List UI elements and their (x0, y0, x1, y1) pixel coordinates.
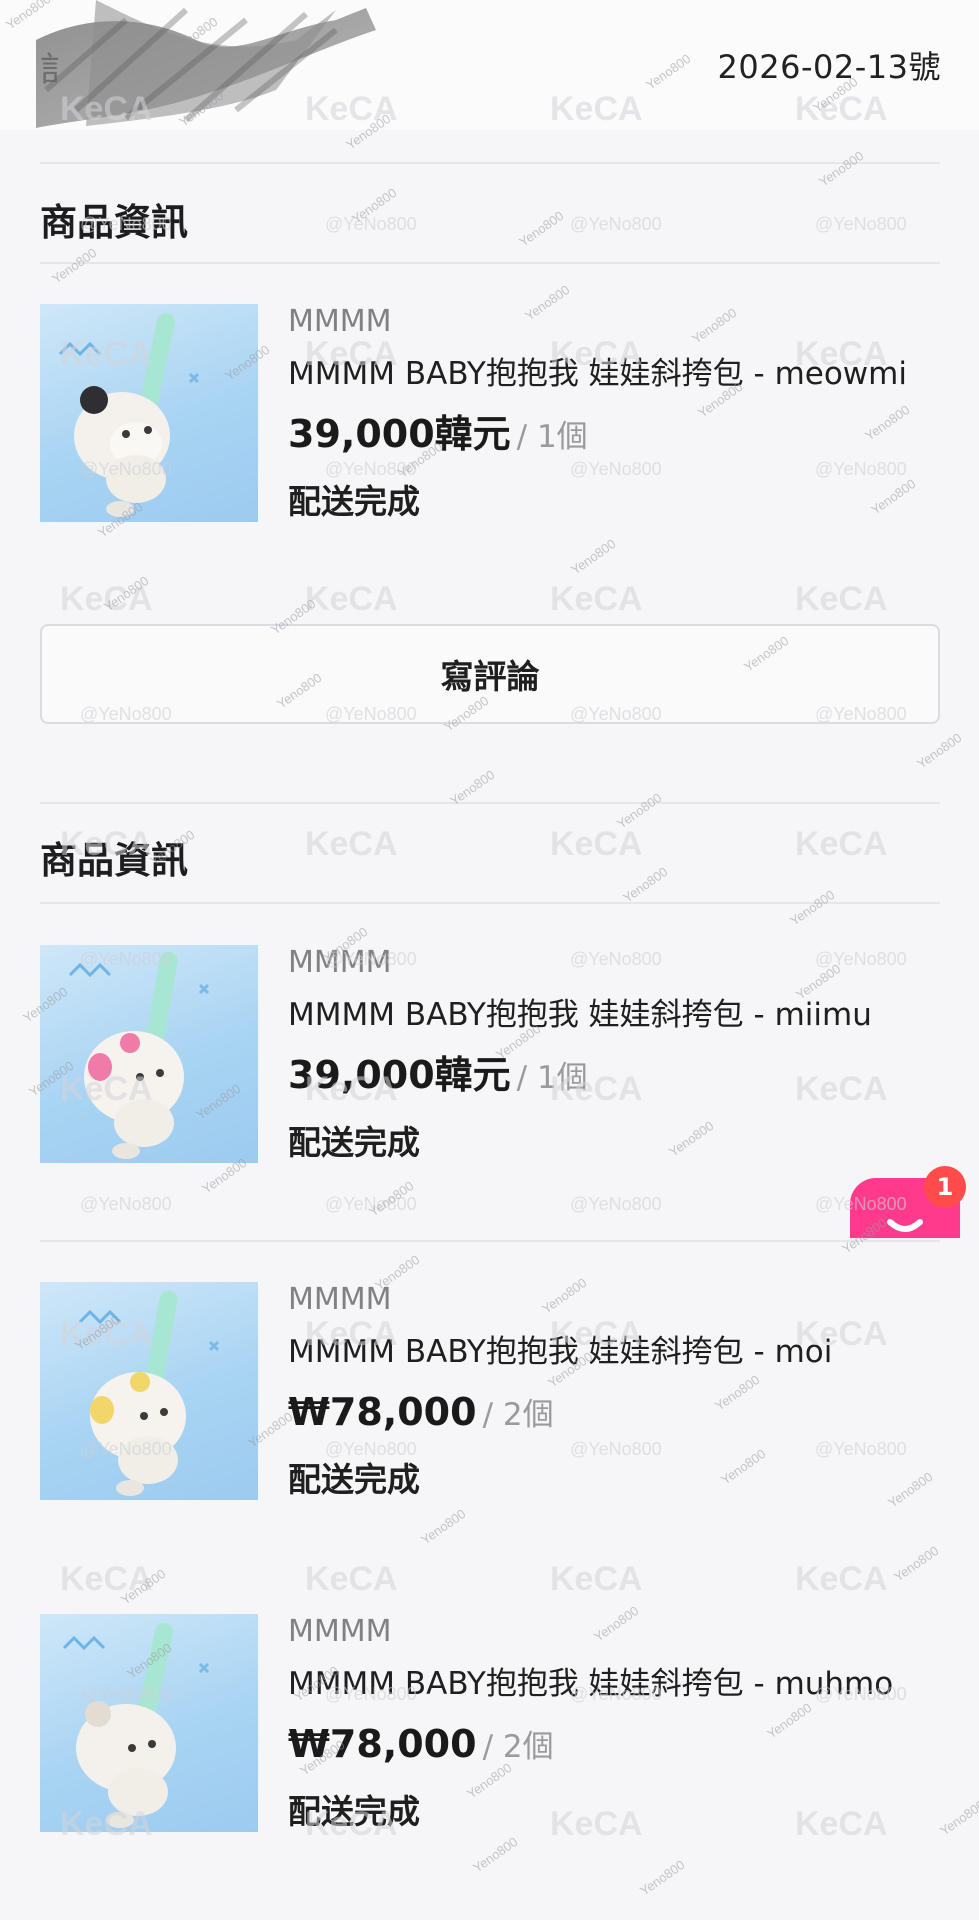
watermark-tag: Yeno800 (101, 573, 151, 614)
product-name[interactable]: MMMM BABY抱抱我 娃娃斜挎包 - muhmo (288, 1658, 928, 1710)
watermark-tag: Yeno800 (118, 1566, 168, 1607)
order-header: 訁 2026-02-13號 (0, 0, 979, 130)
plush-ear (90, 1396, 114, 1424)
watermark-tag: Yeno800 (470, 1834, 520, 1875)
divider (40, 802, 940, 804)
section-title-product-info: 商品資訊 (40, 839, 188, 882)
delivery-status: 配送完成 (288, 482, 420, 521)
product-name[interactable]: MMMM BABY抱抱我 娃娃斜挎包 - meowmi (288, 348, 928, 400)
delivery-status: 配送完成 (288, 1460, 420, 1499)
watermark-tag: Yeno800 (816, 148, 866, 189)
watermark-brand: KeCA (550, 1560, 643, 1598)
delivery-status: 配送完成 (288, 1792, 420, 1831)
product-quantity: / 1個 (516, 1060, 588, 1096)
watermark-tag: Yeno800 (891, 1543, 941, 1584)
plush-bag-image (68, 951, 210, 1159)
watermark-handle: @YeNo800 (815, 214, 907, 234)
watermark-brand: KeCA (795, 580, 888, 618)
product-name[interactable]: MMMM BABY抱抱我 娃娃斜挎包 - miimu (288, 989, 928, 1041)
watermark-tag: Yeno800 (937, 1797, 979, 1838)
watermark-handle: @YeNo800 (325, 1194, 417, 1214)
product-price: 39,000韓元 (288, 412, 511, 456)
divider (40, 1240, 940, 1242)
watermark-brand: KeCA (305, 825, 398, 863)
watermark-tag: Yeno800 (614, 790, 664, 831)
plush-ear (85, 1701, 111, 1727)
watermark-tag: Yeno800 (516, 208, 566, 249)
product-price: 39,000韓元 (288, 1053, 511, 1097)
product-price: ₩78,000 (288, 1390, 477, 1434)
product-brand: MMMM (288, 304, 392, 339)
watermark-handle: @YeNo800 (570, 214, 662, 234)
divider (40, 902, 940, 904)
watermark-tag: Yeno800 (620, 864, 670, 905)
watermark-handle: @YeNo800 (570, 1194, 662, 1214)
product-thumbnail[interactable] (40, 945, 258, 1163)
watermark-handle: @YeNo800 (80, 1194, 172, 1214)
product-name[interactable]: MMMM BABY抱抱我 娃娃斜挎包 - moi (288, 1326, 928, 1378)
delivery-status: 配送完成 (288, 1123, 420, 1162)
watermark-brand: KeCA (305, 580, 398, 618)
divider (40, 162, 940, 164)
product-quantity: / 2個 (482, 1397, 554, 1433)
divider (40, 262, 940, 264)
watermark-brand: KeCA (550, 580, 643, 618)
watermark-tag: Yeno800 (568, 536, 618, 577)
watermark-tag: Yeno800 (418, 1506, 468, 1547)
product-thumbnail[interactable] (40, 1614, 258, 1832)
watermark-tag: Yeno800 (637, 1857, 687, 1898)
plush-bag-image (62, 1622, 210, 1828)
product-brand: MMMM (288, 1614, 392, 1649)
product-quantity: / 1個 (516, 419, 588, 455)
product-thumbnail[interactable] (40, 304, 258, 522)
watermark-brand: KeCA (60, 1560, 153, 1598)
product-price: ₩78,000 (288, 1722, 477, 1766)
watermark-brand: KeCA (795, 1560, 888, 1598)
product-quantity: / 2個 (482, 1729, 554, 1765)
watermark-brand: KeCA (305, 1560, 398, 1598)
watermark-tag: Yeno800 (787, 887, 837, 928)
product-brand: MMMM (288, 945, 392, 980)
write-review-button[interactable]: 寫評論 (40, 624, 940, 724)
redaction-scribble (36, 0, 376, 128)
plush-ear (80, 386, 108, 414)
watermark-tag: Yeno800 (349, 185, 399, 226)
watermark-tag: Yeno800 (49, 245, 99, 286)
order-date: 2026-02-13號 (717, 48, 941, 86)
product-thumbnail[interactable] (40, 1282, 258, 1500)
chat-notification-badge: 1 (924, 1166, 966, 1208)
watermark-brand: KeCA (795, 825, 888, 863)
plush-ear (88, 1053, 112, 1081)
product-brand: MMMM (288, 1282, 392, 1317)
watermark-brand: KeCA (550, 825, 643, 863)
plush-bag-image (78, 1290, 220, 1496)
order-detail-page: 訁 2026-02-13號 商品資訊 (0, 0, 979, 1920)
watermark-tag: Yeno800 (914, 730, 964, 771)
section-title-product-info: 商品資訊 (40, 201, 188, 244)
plush-bag-image (58, 312, 200, 517)
watermark-tag: Yeno800 (366, 1178, 416, 1219)
watermark-handle: @YeNo800 (325, 214, 417, 234)
watermark-brand: KeCA (60, 580, 153, 618)
